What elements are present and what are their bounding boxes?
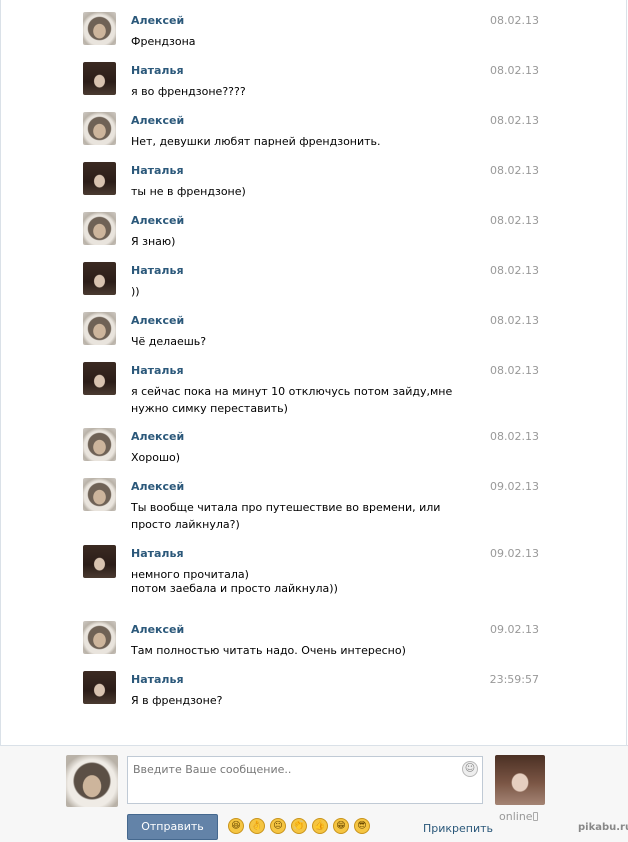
send-button[interactable]: Отправить: [127, 814, 218, 840]
author-name[interactable]: Алексей: [131, 314, 184, 327]
online-status: online: [499, 810, 533, 823]
author-avatar[interactable]: [83, 545, 116, 578]
message-time[interactable]: 08.02.13: [490, 14, 539, 27]
emoji-icon[interactable]: 😁: [333, 818, 349, 834]
message-time[interactable]: 08.02.13: [490, 364, 539, 377]
message-input-placeholder: Введите Ваше сообщение..: [133, 763, 292, 776]
mobile-phone-icon: [533, 812, 538, 821]
message-text: я во френдзоне????: [131, 85, 246, 98]
author-name[interactable]: Алексей: [131, 114, 184, 127]
author-avatar[interactable]: [83, 621, 116, 654]
message-input[interactable]: Введите Ваше сообщение.. ☺: [127, 756, 483, 804]
message-time[interactable]: 23:59:57: [490, 673, 539, 686]
message-text: Нет, девушки любят парней френдзонить.: [131, 135, 381, 148]
message-time[interactable]: 08.02.13: [490, 164, 539, 177]
message-text: Я в френдзоне?: [131, 694, 223, 707]
message-text: Хорошо): [131, 451, 181, 464]
message-text: ты не в френдзоне): [131, 185, 246, 198]
message-time[interactable]: 08.02.13: [490, 64, 539, 77]
author-name[interactable]: Алексей: [131, 430, 184, 443]
author-avatar[interactable]: [83, 478, 116, 511]
author-avatar[interactable]: [83, 162, 116, 195]
watermark: pikabu.ru: [578, 822, 628, 833]
message-time[interactable]: 09.02.13: [490, 623, 539, 636]
emoji-icon[interactable]: 😎: [354, 818, 370, 834]
emoji-icon[interactable]: 👍: [312, 818, 328, 834]
author-avatar[interactable]: [83, 212, 116, 245]
peer-avatar[interactable]: [495, 755, 545, 805]
message-list: Алексей 08.02.13 Френдзона Наталья 08.02.13 я…: [0, 0, 628, 745]
author-name[interactable]: Алексей: [131, 623, 184, 636]
author-name[interactable]: Наталья: [131, 673, 184, 686]
author-name[interactable]: Наталья: [131, 64, 184, 77]
message-text: Ты вообще читала про путешествие во врем…: [131, 501, 441, 531]
message-time[interactable]: 08.02.13: [490, 430, 539, 443]
emoji-icon[interactable]: 😐: [270, 818, 286, 834]
author-avatar[interactable]: [83, 62, 116, 95]
emoji-icon[interactable]: 👏: [291, 818, 307, 834]
smiley-icon[interactable]: ☺: [462, 761, 478, 777]
author-avatar[interactable]: [83, 671, 116, 704]
my-avatar[interactable]: [66, 755, 118, 807]
attach-link[interactable]: Прикрепить: [423, 822, 493, 835]
message-text: потом заебала и просто лайкнула)): [131, 582, 338, 595]
author-avatar[interactable]: [83, 312, 116, 345]
author-avatar[interactable]: [83, 362, 116, 395]
message-text: Чё делаешь?: [131, 335, 207, 348]
author-name[interactable]: Наталья: [131, 547, 184, 560]
message-text: Я знаю): [131, 235, 176, 248]
message-text: )): [131, 285, 140, 298]
author-name[interactable]: Наталья: [131, 164, 184, 177]
message-time[interactable]: 08.02.13: [490, 264, 539, 277]
message-time[interactable]: 08.02.13: [490, 114, 539, 127]
message-text: Френдзона: [131, 35, 196, 48]
author-name[interactable]: Алексей: [131, 14, 184, 27]
message-composer: Введите Ваше сообщение.. ☺ online Отправ…: [0, 745, 628, 842]
message-time[interactable]: 09.02.13: [490, 480, 539, 493]
message-time[interactable]: 09.02.13: [490, 547, 539, 560]
author-avatar[interactable]: [83, 112, 116, 145]
message-text: я сейчас пока на минут 10 отключусь пото…: [131, 385, 453, 415]
author-name[interactable]: Наталья: [131, 364, 184, 377]
emoji-icon[interactable]: 😆: [228, 818, 244, 834]
message-text: Там полностью читать надо. Очень интерес…: [131, 644, 406, 657]
author-name[interactable]: Алексей: [131, 214, 184, 227]
emoji-icon[interactable]: 👌: [249, 818, 265, 834]
message-time[interactable]: 08.02.13: [490, 214, 539, 227]
author-avatar[interactable]: [83, 428, 116, 461]
author-name[interactable]: Алексей: [131, 480, 184, 493]
author-avatar[interactable]: [83, 262, 116, 295]
author-avatar[interactable]: [83, 12, 116, 45]
message-time[interactable]: 08.02.13: [490, 314, 539, 327]
author-name[interactable]: Наталья: [131, 264, 184, 277]
